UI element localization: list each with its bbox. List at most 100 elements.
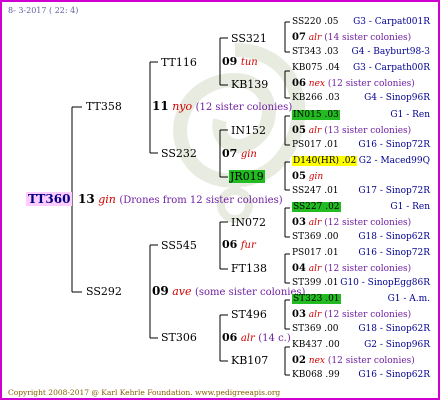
gen3-node: IN152 bbox=[231, 124, 266, 137]
gen3-node: SS321 bbox=[231, 32, 267, 45]
gen4-mating: 05 gin bbox=[292, 171, 323, 183]
gen1-code: ave bbox=[172, 285, 192, 298]
gen4-code: alr bbox=[308, 310, 322, 320]
gen4-upper-name: ST323 .01 bbox=[292, 294, 341, 304]
gen4-upper-origin: G3 - Carpath00R bbox=[352, 63, 430, 73]
gen4-upper: PS017 .01 bbox=[292, 248, 339, 259]
gen3-node: FT138 bbox=[231, 262, 267, 275]
gen3-node: ST496 bbox=[231, 308, 267, 321]
gen4-upper: KB437 .00 bbox=[292, 340, 340, 351]
gen4-mating: 03 alr (12 sister colonies) bbox=[292, 217, 411, 229]
gen4-mating: 02 nex (12 sister colonies) bbox=[292, 355, 415, 367]
gen1-note: (12 sister colonies) bbox=[195, 102, 293, 113]
gen2-mating: 06 alr (14 c.) bbox=[222, 331, 291, 345]
gen4-upper-origin: G1 - Ren bbox=[390, 110, 430, 120]
gen4-code: gin bbox=[308, 172, 324, 182]
gen4-upper-origin: G2 - Sinop96R bbox=[364, 340, 430, 350]
gen4-lower-origin: G16 - Sinop62R bbox=[358, 370, 430, 380]
gen4-lower-name: KB068 .99 bbox=[292, 370, 340, 380]
gen4-code: alr bbox=[308, 126, 322, 136]
gen4-note: (12 sister colonies) bbox=[327, 79, 415, 89]
gen2-num: 06 bbox=[222, 238, 238, 251]
gen2-mating: 09 tun bbox=[222, 55, 258, 69]
gen4-upper-origin: G1 - A.m. bbox=[387, 294, 430, 304]
gen4-code: nex bbox=[308, 79, 325, 89]
gen4-code: alr bbox=[308, 33, 322, 43]
gen1-note: (some sister colonies) bbox=[195, 287, 306, 298]
gen4-mating: 05 alr (13 sister colonies) bbox=[292, 125, 411, 137]
gen3-node: KB139 bbox=[231, 78, 269, 91]
gen4-lower-origin: G10 - SinopEgg86R bbox=[340, 278, 430, 288]
gen4-lower-origin: G4 - Bayburt98-3 bbox=[351, 47, 430, 57]
root-name: TT360 bbox=[26, 192, 73, 206]
gen4-upper: KB075 .04 bbox=[292, 63, 340, 74]
gen1-mating: 11 nyo (12 sister colonies) bbox=[152, 100, 292, 114]
gen4-note: (12 sister colonies) bbox=[324, 264, 412, 274]
gen4-lower-name: ST343 .03 bbox=[292, 47, 339, 57]
gen1-mating: 09 ave (some sister colonies) bbox=[152, 285, 305, 299]
gen4-mating: 04 alr (12 sister colonies) bbox=[292, 263, 411, 275]
gen4-lower-name: ST399 .01 bbox=[292, 278, 339, 288]
gen1-num: 11 bbox=[152, 99, 169, 113]
gen4-upper-name: KB437 .00 bbox=[292, 340, 340, 350]
gen4-code: alr bbox=[308, 264, 322, 274]
gen2-node: SS545 bbox=[161, 239, 197, 252]
gen3-node: KB107 bbox=[231, 354, 269, 367]
gen4-lower-name: PS017 .01 bbox=[292, 140, 339, 150]
gen1-num: 09 bbox=[152, 284, 169, 298]
gen4-num: 07 bbox=[292, 32, 306, 43]
gen2-code: fur bbox=[240, 240, 256, 251]
gen4-code: nex bbox=[308, 356, 325, 366]
gen2-num: 09 bbox=[222, 55, 238, 68]
gen4-num: 04 bbox=[292, 263, 306, 274]
root-num: 13 bbox=[78, 192, 95, 206]
root-note: (Drones from 12 sister colonies) bbox=[119, 195, 283, 206]
gen1-node: SS292 bbox=[86, 285, 122, 298]
gen2-note: (14 c.) bbox=[258, 333, 291, 344]
gen4-upper-origin: G2 - Maced99Q bbox=[358, 156, 430, 166]
gen4-lower-origin: G18 - Sinop62R bbox=[358, 324, 430, 334]
gen4-upper: SS220 .05 bbox=[292, 17, 339, 28]
gen4-lower-origin: G17 - Sinop72R bbox=[358, 186, 430, 196]
gen4-lower-name: KB266 .03 bbox=[292, 93, 340, 103]
gen4-mating: 07 alr (14 sister colonies) bbox=[292, 32, 411, 44]
gen4-note: (12 sister colonies) bbox=[327, 356, 415, 366]
gen4-upper-name: SS227 .02 bbox=[292, 202, 341, 212]
gen4-note: (12 sister colonies) bbox=[324, 310, 412, 320]
gen4-mating: 03 alr (12 sister colonies) bbox=[292, 309, 411, 321]
gen4-upper-name: KB075 .04 bbox=[292, 63, 340, 73]
gen4-lower-origin: G16 - Sinop72R bbox=[358, 140, 430, 150]
gen2-mating: 07 gin bbox=[222, 147, 257, 161]
gen4-upper-origin: G3 - Carpat001R bbox=[353, 17, 430, 27]
gen2-code: tun bbox=[240, 57, 258, 68]
gen4-upper-origin: G16 - Sinop72R bbox=[358, 248, 430, 258]
gen1-node: TT358 bbox=[86, 100, 122, 113]
gen4-note: (14 sister colonies) bbox=[324, 33, 412, 43]
gen4-num: 05 bbox=[292, 125, 306, 136]
gen4-lower-origin: G18 - Sinop62R bbox=[358, 232, 430, 242]
root-code: gin bbox=[98, 193, 116, 206]
gen1-code: nyo bbox=[172, 100, 193, 113]
gen4-code: alr bbox=[308, 218, 322, 228]
gen2-num: 06 bbox=[222, 331, 238, 344]
date-stamp: 8- 3-2017 ( 22: 4) bbox=[8, 6, 79, 15]
gen2-code: alr bbox=[240, 333, 255, 344]
gen3-highlight: JR019 bbox=[229, 170, 265, 183]
gen4-lower-name: ST369 .00 bbox=[292, 232, 339, 242]
gen2-node: ST306 bbox=[161, 331, 197, 344]
gen4-upper: ST323 .01 bbox=[292, 294, 341, 305]
gen4-upper-name: D140(HR) .02 bbox=[292, 156, 358, 166]
gen4-num: 05 bbox=[292, 171, 306, 182]
gen4-upper: IN015 .03 bbox=[292, 110, 340, 121]
gen4-upper-name: IN015 .03 bbox=[292, 110, 340, 120]
gen4-upper-origin: G1 - Ren bbox=[390, 202, 430, 212]
gen4-note: (13 sister colonies) bbox=[324, 126, 412, 136]
gen4-upper-name: SS220 .05 bbox=[292, 17, 339, 27]
gen4-upper: SS227 .02 bbox=[292, 202, 341, 213]
gen3-node: JR019 bbox=[229, 170, 265, 183]
gen4-num: 06 bbox=[292, 78, 306, 89]
gen3-node: IN072 bbox=[231, 216, 266, 229]
gen2-code: gin bbox=[240, 149, 257, 160]
gen4-upper: D140(HR) .02 bbox=[292, 156, 358, 167]
gen2-node: SS232 bbox=[161, 147, 197, 160]
